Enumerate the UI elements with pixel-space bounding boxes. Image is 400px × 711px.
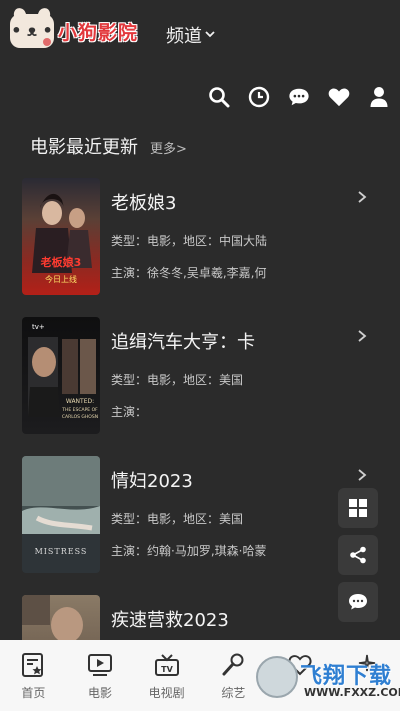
chevron-right-icon[interactable] <box>357 328 367 347</box>
tab-movie[interactable]: 电影 <box>67 640 134 711</box>
app-root: • ᴥ • 小狗影院 频道 电影最近更新 更多> 老板娘3 今日上线 老板娘3 … <box>0 0 400 711</box>
microphone-icon <box>222 653 244 676</box>
movie-item[interactable]: tv+ WANTED: THE ESCAPE OF CARLOS GHOSN 追… <box>0 314 400 453</box>
chevron-down-icon <box>204 28 216 43</box>
tab-label: 首页 <box>21 686 46 700</box>
movie-poster[interactable]: tv+ WANTED: THE ESCAPE OF CARLOS GHOSN <box>22 317 100 434</box>
windows-icon[interactable] <box>338 488 378 528</box>
retro-tv-icon: TV <box>154 654 179 676</box>
section-title: 电影最近更新 <box>30 137 138 158</box>
poster-caption: 今日上线 <box>45 274 77 284</box>
chevron-right-icon[interactable] <box>357 467 367 486</box>
more-link[interactable]: 更多> <box>150 138 187 157</box>
tab-label: 综艺 <box>221 686 246 700</box>
logo-text: 小狗影院 <box>58 21 139 44</box>
movie-meta: 类型：电影，地区：美国 <box>111 512 244 526</box>
home-star-icon <box>22 653 44 677</box>
comment-icon[interactable] <box>338 582 378 622</box>
movie-poster[interactable]: 老板娘3 今日上线 <box>22 178 100 295</box>
tab-tv-series[interactable]: TV 电视剧 <box>133 640 200 711</box>
app-logo[interactable]: • ᴥ • 小狗影院 <box>10 6 139 48</box>
movie-title[interactable]: 疾速营救2023 <box>111 606 229 632</box>
svg-text:WANTED:: WANTED: <box>66 398 94 405</box>
tv-play-icon <box>88 654 112 676</box>
tab-label: 电视剧 <box>148 686 185 700</box>
toolbar <box>208 86 390 108</box>
dog-logo-icon: • ᴥ • <box>10 6 54 48</box>
svg-text:THE ESCAPE OF: THE ESCAPE OF <box>61 407 98 413</box>
user-icon[interactable] <box>368 86 390 108</box>
movie-title[interactable]: 追缉汽车大亨：卡 <box>111 328 255 354</box>
channel-label: 频道 <box>166 26 202 47</box>
movie-meta: 类型：电影，地区：美国 <box>111 373 244 387</box>
share-icon[interactable] <box>338 535 378 575</box>
svg-text:tv+: tv+ <box>32 323 45 331</box>
section-header: 电影最近更新 更多> <box>30 133 187 159</box>
header: • ᴥ • 小狗影院 频道 <box>0 0 400 125</box>
movie-poster[interactable]: MISTRESS <box>22 456 100 573</box>
svg-text:老板娘3: 老板娘3 <box>40 255 82 269</box>
heart-favorite-icon[interactable] <box>328 86 350 108</box>
svg-text:CARLOS GHOSN: CARLOS GHOSN <box>62 414 98 420</box>
tab-home[interactable]: 首页 <box>0 640 67 711</box>
movie-title[interactable]: 老板娘3 <box>111 189 176 215</box>
movie-cast: 主演：徐冬冬,吴卓羲,李嘉,何 <box>111 266 267 280</box>
watermark-logo-icon <box>256 656 298 698</box>
channel-dropdown[interactable]: 频道 <box>166 22 216 48</box>
tab-label: 电影 <box>88 686 113 700</box>
search-icon[interactable] <box>208 86 230 108</box>
movie-list: 老板娘3 今日上线 老板娘3 类型：电影，地区：中国大陆 主演：徐冬冬,吴卓羲,… <box>0 175 400 711</box>
watermark-url: WWW.FXXZ.COM <box>304 686 400 699</box>
movie-cast: 主演： <box>111 405 148 419</box>
message-icon[interactable] <box>288 86 310 108</box>
movie-meta: 类型：电影，地区：中国大陆 <box>111 234 268 248</box>
movie-title[interactable]: 情妇2023 <box>111 467 193 493</box>
chevron-right-icon[interactable] <box>357 189 367 208</box>
svg-text:MISTRESS: MISTRESS <box>35 547 88 556</box>
site-watermark: 飞翔下载 WWW.FXXZ.COM <box>256 656 400 706</box>
history-clock-icon[interactable] <box>248 86 270 108</box>
svg-text:TV: TV <box>161 665 173 674</box>
movie-cast: 主演：约翰·马加罗,琪森·哈蒙 <box>111 544 267 558</box>
movie-item[interactable]: 老板娘3 今日上线 老板娘3 类型：电影，地区：中国大陆 主演：徐冬冬,吴卓羲,… <box>0 175 400 314</box>
